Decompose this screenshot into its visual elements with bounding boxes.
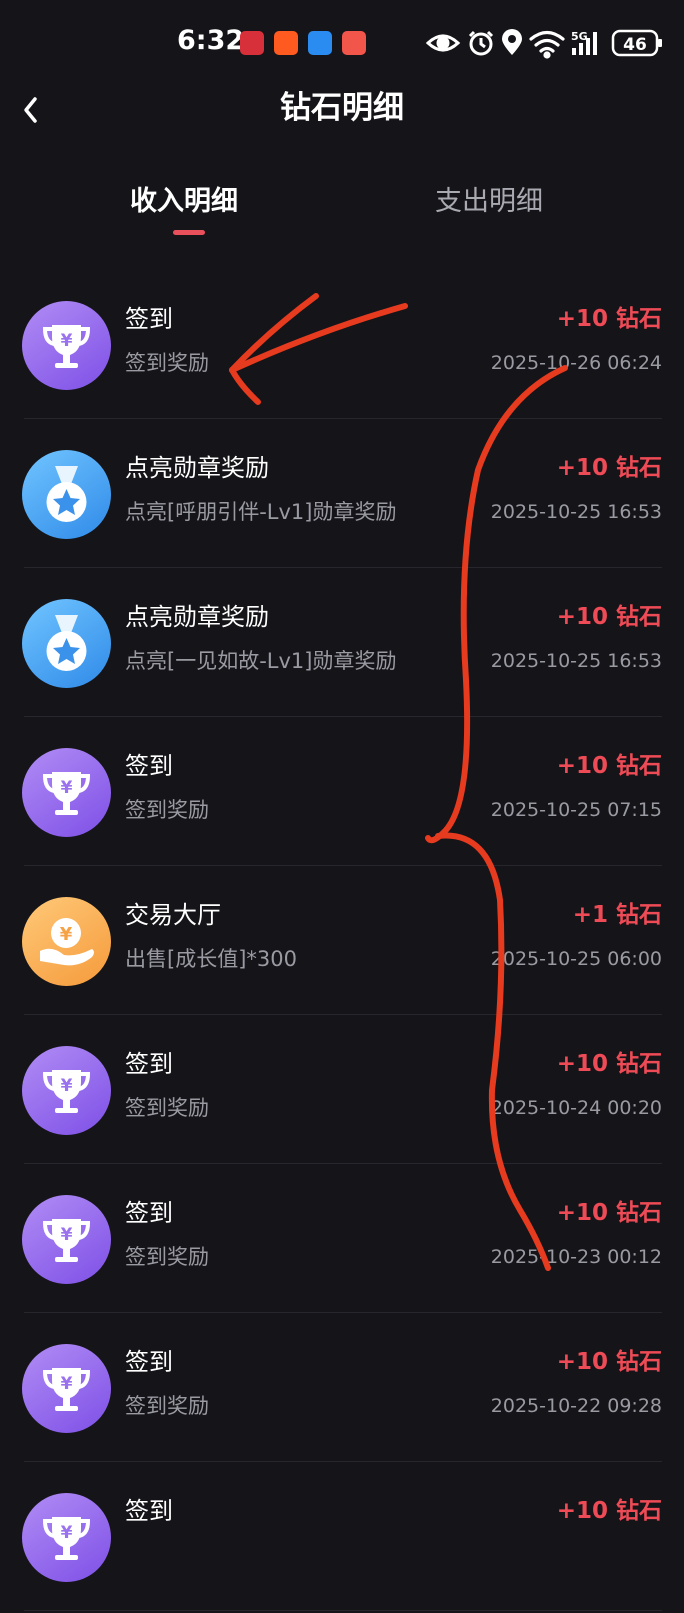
list-item[interactable]: 点亮勋章奖励点亮[一见如故-Lv1]勋章奖励 +10 钻石 2025-10-25 1…: [0, 570, 684, 719]
medal-icon: [22, 599, 111, 688]
record-title: 签到: [125, 1199, 173, 1227]
list-item[interactable]: ¥ 签到签到奖励 +10 钻石 2025-10-24 00:20: [0, 1017, 684, 1166]
page-title: 钻石明细: [280, 90, 404, 126]
svg-text:¥: ¥: [61, 1225, 73, 1245]
record-title: 签到: [125, 1497, 173, 1525]
record-amount: +10 钻石: [556, 1051, 662, 1077]
list-item[interactable]: ¥ 签到签到奖励 +10 钻石 2025-10-26 06:24: [0, 272, 684, 421]
active-tab-indicator: [173, 230, 205, 235]
record-amount: +10 钻石: [556, 604, 662, 630]
eye-icon: [426, 34, 461, 52]
record-date: 2025-10-26 06:24: [490, 352, 662, 374]
record-title: 点亮勋章奖励: [125, 603, 269, 631]
svg-text:¥: ¥: [61, 778, 73, 798]
list-item[interactable]: ¥ 签到签到奖励 +10 钻石 2025-10-23 00:12: [0, 1166, 684, 1315]
record-date: 2025-10-25 07:15: [490, 799, 662, 821]
record-title: 点亮勋章奖励: [125, 454, 269, 482]
location-icon: [502, 29, 522, 55]
row-divider: [24, 1163, 662, 1164]
tab-expense[interactable]: 支出明细: [435, 182, 543, 222]
record-date: 2025-10-25 06:00: [490, 948, 662, 970]
wifi-icon: [529, 30, 565, 59]
trophy-icon: ¥: [22, 1344, 111, 1433]
tab-income[interactable]: 收入明细: [130, 182, 238, 222]
trophy-icon: ¥: [22, 1046, 111, 1135]
record-description: 出售[成长值]*300: [125, 947, 297, 971]
list-item[interactable]: 点亮勋章奖励点亮[呼朋引伴-Lv1]勋章奖励 +10 钻石 2025-10-25 1…: [0, 421, 684, 570]
record-title: 签到: [125, 1050, 173, 1078]
hand-coin-icon: ¥: [22, 897, 111, 986]
weather-notification-icon: [308, 31, 332, 55]
list-item[interactable]: ¥ 签到签到奖励 +10 钻石 2025-10-22 09:28: [0, 1315, 684, 1464]
row-divider: [24, 1610, 662, 1611]
calendar-notification-icon: [342, 31, 366, 55]
record-title: 签到: [125, 1348, 173, 1376]
list-item[interactable]: ¥ 交易大厅出售[成长值]*300 +1 钻石 2025-10-25 06:00: [0, 868, 684, 1017]
svg-text:¥: ¥: [61, 331, 73, 351]
status-bar: 6:32 5G 46: [0, 0, 684, 86]
list-item[interactable]: ¥ 签到 +10 钻石: [0, 1464, 684, 1613]
svg-text:¥: ¥: [61, 1523, 73, 1543]
taobao-notification-icon: [274, 31, 298, 55]
record-date: 2025-10-23 00:12: [490, 1246, 662, 1268]
svg-text:¥: ¥: [61, 1374, 73, 1394]
record-amount: +1 钻石: [572, 902, 662, 928]
record-amount: +10 钻石: [556, 306, 662, 332]
record-date: 2025-10-25 16:53: [490, 650, 662, 672]
record-amount: +10 钻石: [556, 1200, 662, 1226]
record-amount: +10 钻石: [556, 753, 662, 779]
battery-icon: 46: [611, 29, 662, 57]
svg-text:¥: ¥: [60, 924, 73, 945]
record-title: 签到: [125, 305, 173, 333]
row-divider: [24, 1014, 662, 1015]
row-divider: [24, 716, 662, 717]
status-time: 6:32: [177, 25, 245, 56]
record-description: 签到奖励: [125, 798, 209, 822]
record-description: 点亮[呼朋引伴-Lv1]勋章奖励: [125, 500, 397, 524]
alarm-icon: [468, 30, 494, 56]
record-amount: +10 钻石: [556, 455, 662, 481]
record-description: 签到奖励: [125, 351, 209, 375]
record-title: 交易大厅: [125, 901, 221, 929]
row-divider: [24, 567, 662, 568]
trophy-icon: ¥: [22, 748, 111, 837]
status-icons: 5G 46: [426, 29, 662, 59]
network-label: 5G: [571, 30, 588, 43]
record-description: 签到奖励: [125, 1394, 209, 1418]
record-amount: +10 钻石: [556, 1498, 662, 1524]
record-amount: +10 钻石: [556, 1349, 662, 1375]
row-divider: [24, 865, 662, 866]
record-title: 签到: [125, 752, 173, 780]
row-divider: [24, 418, 662, 419]
trophy-icon: ¥: [22, 301, 111, 390]
page-header: 钻石明细: [0, 86, 684, 156]
battery-level: 46: [623, 35, 647, 55]
medal-icon: [22, 450, 111, 539]
app-notification-icon: [240, 31, 264, 55]
row-divider: [24, 1312, 662, 1313]
record-date: 2025-10-22 09:28: [490, 1395, 662, 1417]
record-date: 2025-10-25 16:53: [490, 501, 662, 523]
record-description: 签到奖励: [125, 1096, 209, 1120]
list-item[interactable]: ¥ 签到签到奖励 +10 钻石 2025-10-25 07:15: [0, 719, 684, 868]
trophy-icon: ¥: [22, 1493, 111, 1582]
tab-bar: 收入明细 支出明细: [0, 176, 684, 246]
record-date: 2025-10-24 00:20: [490, 1097, 662, 1119]
record-description: 签到奖励: [125, 1245, 209, 1269]
svg-text:¥: ¥: [61, 1076, 73, 1096]
trophy-icon: ¥: [22, 1195, 111, 1284]
record-description: 点亮[一见如故-Lv1]勋章奖励: [125, 649, 397, 673]
row-divider: [24, 1461, 662, 1462]
